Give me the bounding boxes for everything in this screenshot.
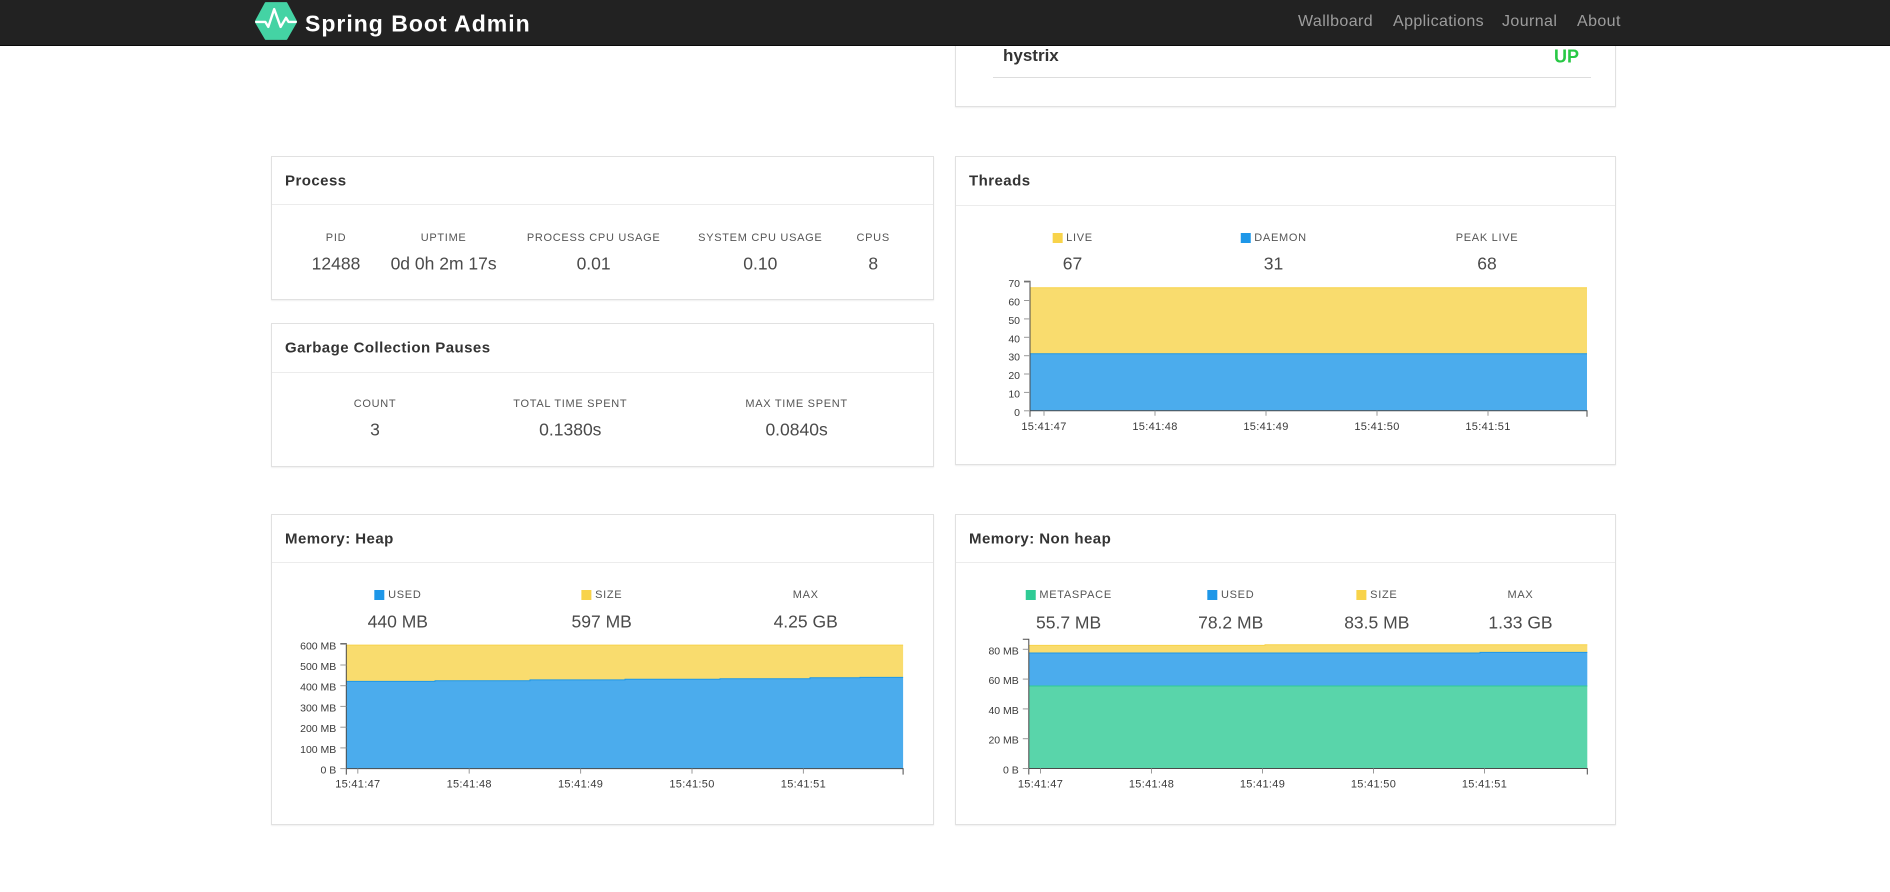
svg-text:70: 70 [1008,278,1020,290]
svg-text:15:41:50: 15:41:50 [1351,779,1396,791]
svg-text:15:41:49: 15:41:49 [1243,421,1288,433]
svg-text:500 MB: 500 MB [300,661,336,673]
svg-text:50: 50 [1008,315,1020,327]
svg-text:600 MB: 600 MB [300,640,336,652]
svg-text:200 MB: 200 MB [300,723,336,735]
svg-text:15:41:51: 15:41:51 [1462,779,1507,791]
svg-text:15:41:47: 15:41:47 [335,779,380,791]
svg-text:80 MB: 80 MB [988,645,1018,657]
svg-text:15:41:47: 15:41:47 [1021,421,1066,433]
svg-text:15:41:48: 15:41:48 [1132,421,1177,433]
svg-text:30: 30 [1008,352,1020,364]
svg-text:15:41:48: 15:41:48 [1129,779,1174,791]
svg-text:15:41:48: 15:41:48 [447,779,492,791]
svg-text:15:41:51: 15:41:51 [781,779,826,791]
svg-text:60: 60 [1008,297,1020,309]
svg-text:0 B: 0 B [1003,765,1019,777]
svg-text:300 MB: 300 MB [300,702,336,714]
svg-text:20 MB: 20 MB [988,735,1018,747]
svg-text:15:41:50: 15:41:50 [1354,421,1399,433]
svg-text:15:41:49: 15:41:49 [1240,779,1285,791]
svg-text:0: 0 [1014,407,1020,419]
svg-text:40: 40 [1008,333,1020,345]
svg-text:15:41:47: 15:41:47 [1018,779,1063,791]
svg-text:60 MB: 60 MB [988,675,1018,687]
svg-text:20: 20 [1008,370,1020,382]
svg-text:0 B: 0 B [321,765,337,777]
svg-text:10: 10 [1008,388,1020,400]
svg-text:400 MB: 400 MB [300,682,336,694]
svg-text:15:41:49: 15:41:49 [558,779,603,791]
svg-text:100 MB: 100 MB [300,744,336,756]
svg-text:15:41:51: 15:41:51 [1465,421,1510,433]
svg-text:40 MB: 40 MB [988,705,1018,717]
svg-text:15:41:50: 15:41:50 [669,779,714,791]
